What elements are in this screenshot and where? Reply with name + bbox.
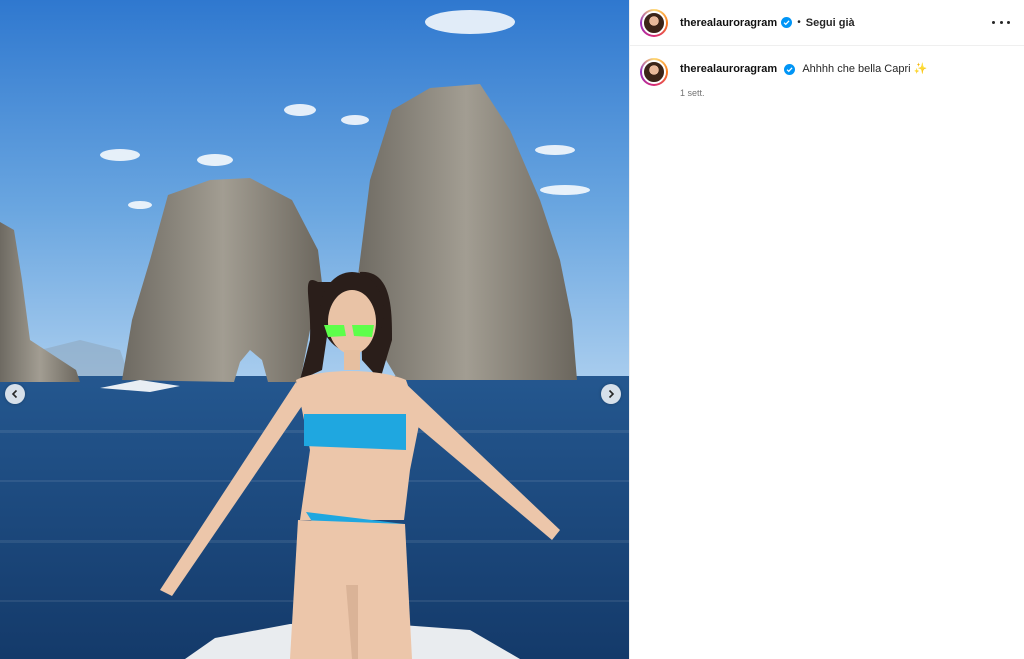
- caption-comment: therealauroragram Ahhhh che bella Capri …: [630, 46, 1024, 98]
- chevron-right-icon: [608, 389, 615, 399]
- caption-body: therealauroragram Ahhhh che bella Capri …: [680, 62, 927, 98]
- verified-badge-icon: [784, 63, 796, 75]
- post-sidebar: therealauroragram • Segui già therealaur…: [629, 0, 1024, 659]
- caption-line: therealauroragram Ahhhh che bella Capri …: [680, 62, 927, 76]
- instagram-post: therealauroragram • Segui già therealaur…: [0, 0, 1024, 659]
- caption-author-avatar[interactable]: [640, 58, 668, 86]
- post-photo: [0, 0, 629, 659]
- following-button[interactable]: Segui già: [806, 17, 855, 29]
- separator-dot: •: [797, 17, 801, 28]
- avatar-image: [642, 10, 666, 35]
- avatar-image: [642, 60, 666, 84]
- post-timestamp[interactable]: 1 sett.: [680, 88, 927, 98]
- author-username[interactable]: therealauroragram: [680, 17, 777, 29]
- post-media[interactable]: [0, 0, 629, 659]
- previous-photo-button[interactable]: [5, 384, 25, 404]
- caption-text: Ahhhh che bella Capri ✨: [802, 63, 928, 75]
- verified-badge-icon: [781, 17, 793, 28]
- caption-username[interactable]: therealauroragram: [680, 63, 777, 75]
- next-photo-button[interactable]: [601, 384, 621, 404]
- chevron-left-icon: [11, 389, 18, 399]
- author-avatar[interactable]: [640, 8, 668, 37]
- more-options-icon[interactable]: [992, 14, 1010, 30]
- post-header: therealauroragram • Segui già: [630, 0, 1024, 46]
